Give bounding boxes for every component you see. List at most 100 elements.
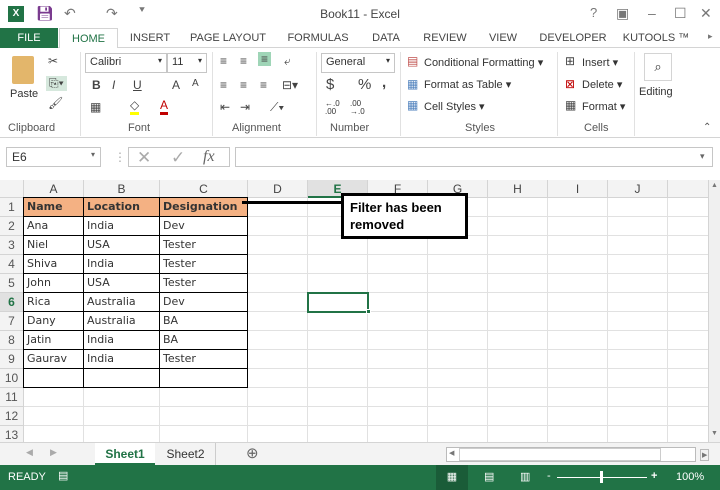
cell[interactable] bbox=[248, 236, 308, 255]
zoom-out-button[interactable]: - bbox=[547, 470, 551, 482]
macro-record-icon[interactable]: ▤ bbox=[58, 469, 68, 482]
horizontal-scrollbar[interactable]: ◀ bbox=[446, 447, 696, 462]
cut-icon[interactable]: ✂ bbox=[48, 54, 58, 68]
column-header-i[interactable]: I bbox=[548, 180, 608, 198]
cell[interactable] bbox=[488, 293, 548, 312]
column-header-j[interactable]: J bbox=[608, 180, 668, 198]
cell[interactable] bbox=[308, 388, 368, 407]
row-header-7[interactable]: 7 bbox=[0, 312, 24, 331]
table-cell[interactable] bbox=[23, 368, 84, 388]
cell[interactable] bbox=[488, 388, 548, 407]
align-center-icon[interactable]: ≡ bbox=[240, 78, 247, 92]
row-header-4[interactable]: 4 bbox=[0, 255, 24, 274]
row-header-1[interactable]: 1 bbox=[0, 198, 24, 217]
sheet-tab-sheet1[interactable]: Sheet1 bbox=[95, 443, 155, 465]
cell[interactable] bbox=[668, 312, 708, 331]
cell[interactable] bbox=[428, 293, 488, 312]
table-cell[interactable]: Tester bbox=[159, 349, 248, 369]
cell[interactable] bbox=[308, 255, 368, 274]
table-cell[interactable]: BA bbox=[159, 330, 248, 350]
fill-color-icon[interactable]: ◇ bbox=[130, 98, 140, 115]
cell[interactable] bbox=[548, 293, 608, 312]
cell[interactable] bbox=[548, 312, 608, 331]
cell[interactable] bbox=[308, 331, 368, 350]
table-cell[interactable]: Jatin bbox=[23, 330, 84, 350]
cell[interactable] bbox=[608, 198, 668, 217]
paste-icon[interactable] bbox=[12, 56, 34, 84]
horizontal-scroll-thumb[interactable] bbox=[459, 448, 661, 461]
cell[interactable] bbox=[248, 407, 308, 426]
cell[interactable] bbox=[84, 426, 160, 442]
font-size-select[interactable]: 11 ▾ bbox=[167, 53, 207, 73]
align-left-icon[interactable]: ≡ bbox=[220, 78, 227, 92]
cell[interactable] bbox=[248, 293, 308, 312]
column-header-partial[interactable] bbox=[668, 180, 708, 198]
increase-decimal-button[interactable]: ←.0 .00 bbox=[325, 100, 345, 116]
row-header-11[interactable]: 11 bbox=[0, 388, 24, 407]
tab-view[interactable]: VIEW bbox=[484, 28, 522, 48]
row-header-10[interactable]: 10 bbox=[0, 369, 24, 388]
format-painter-icon[interactable]: 🖌︎ bbox=[48, 96, 63, 110]
cell[interactable] bbox=[368, 331, 428, 350]
underline-button[interactable]: U bbox=[133, 78, 142, 92]
cell[interactable] bbox=[608, 255, 668, 274]
select-all-corner[interactable] bbox=[0, 180, 24, 198]
table-cell[interactable]: India bbox=[83, 254, 160, 274]
zoom-in-button[interactable]: + bbox=[651, 470, 657, 482]
cell[interactable] bbox=[668, 293, 708, 312]
cell[interactable] bbox=[488, 331, 548, 350]
cell[interactable] bbox=[368, 312, 428, 331]
table-cell[interactable]: India bbox=[83, 330, 160, 350]
table-cell[interactable]: Tester bbox=[159, 273, 248, 293]
row-header-12[interactable]: 12 bbox=[0, 407, 24, 426]
format-cells-button[interactable]: Format ▾ bbox=[582, 100, 625, 113]
currency-button[interactable]: $ bbox=[326, 76, 334, 93]
cell[interactable] bbox=[488, 350, 548, 369]
cell[interactable] bbox=[488, 255, 548, 274]
scroll-tabs-right-icon[interactable]: ▸ bbox=[708, 31, 713, 42]
cell[interactable] bbox=[608, 274, 668, 293]
row-header-3[interactable]: 3 bbox=[0, 236, 24, 255]
cell[interactable] bbox=[248, 426, 308, 442]
cell[interactable] bbox=[548, 369, 608, 388]
scroll-right-icon[interactable]: ▶ bbox=[700, 449, 710, 461]
table-header-cell[interactable]: Name bbox=[23, 197, 84, 217]
cell[interactable] bbox=[24, 426, 84, 442]
cell[interactable] bbox=[84, 407, 160, 426]
cell[interactable] bbox=[488, 369, 548, 388]
table-cell[interactable]: Tester bbox=[159, 254, 248, 274]
normal-view-icon[interactable]: ▦ bbox=[436, 465, 468, 490]
cell[interactable] bbox=[248, 255, 308, 274]
table-cell[interactable]: Rica bbox=[23, 292, 84, 312]
paste-button[interactable]: Paste bbox=[10, 88, 38, 100]
cell[interactable] bbox=[488, 274, 548, 293]
row-header-13[interactable]: 13 bbox=[0, 426, 24, 442]
page-layout-view-icon[interactable]: ▤ bbox=[484, 470, 494, 483]
table-cell[interactable] bbox=[83, 368, 160, 388]
cell[interactable] bbox=[548, 255, 608, 274]
cell[interactable] bbox=[368, 388, 428, 407]
cell[interactable] bbox=[428, 426, 488, 442]
row-header-5[interactable]: 5 bbox=[0, 274, 24, 293]
cell[interactable] bbox=[668, 198, 708, 217]
table-header-cell[interactable]: Designation bbox=[159, 197, 248, 217]
borders-icon[interactable]: ▦ bbox=[90, 100, 101, 114]
wrap-text-icon[interactable]: ⤶ bbox=[284, 54, 291, 69]
cell[interactable] bbox=[24, 407, 84, 426]
active-cell-e6[interactable] bbox=[307, 292, 369, 313]
cell[interactable] bbox=[248, 217, 308, 236]
shrink-font-button[interactable]: A bbox=[192, 78, 199, 89]
cell[interactable] bbox=[608, 350, 668, 369]
row-header-8[interactable]: 8 bbox=[0, 331, 24, 350]
italic-button[interactable]: I bbox=[112, 78, 115, 92]
cell[interactable] bbox=[608, 388, 668, 407]
copy-icon[interactable]: ⎘▾ bbox=[46, 76, 67, 91]
table-cell[interactable] bbox=[159, 368, 248, 388]
align-right-icon[interactable]: ≡ bbox=[260, 78, 267, 92]
cell[interactable] bbox=[608, 236, 668, 255]
column-header-b[interactable]: B bbox=[84, 180, 160, 198]
table-cell[interactable]: Dev bbox=[159, 216, 248, 236]
cell[interactable] bbox=[548, 388, 608, 407]
grow-font-button[interactable]: A bbox=[172, 78, 180, 92]
minimize-button[interactable]: – bbox=[648, 5, 656, 21]
